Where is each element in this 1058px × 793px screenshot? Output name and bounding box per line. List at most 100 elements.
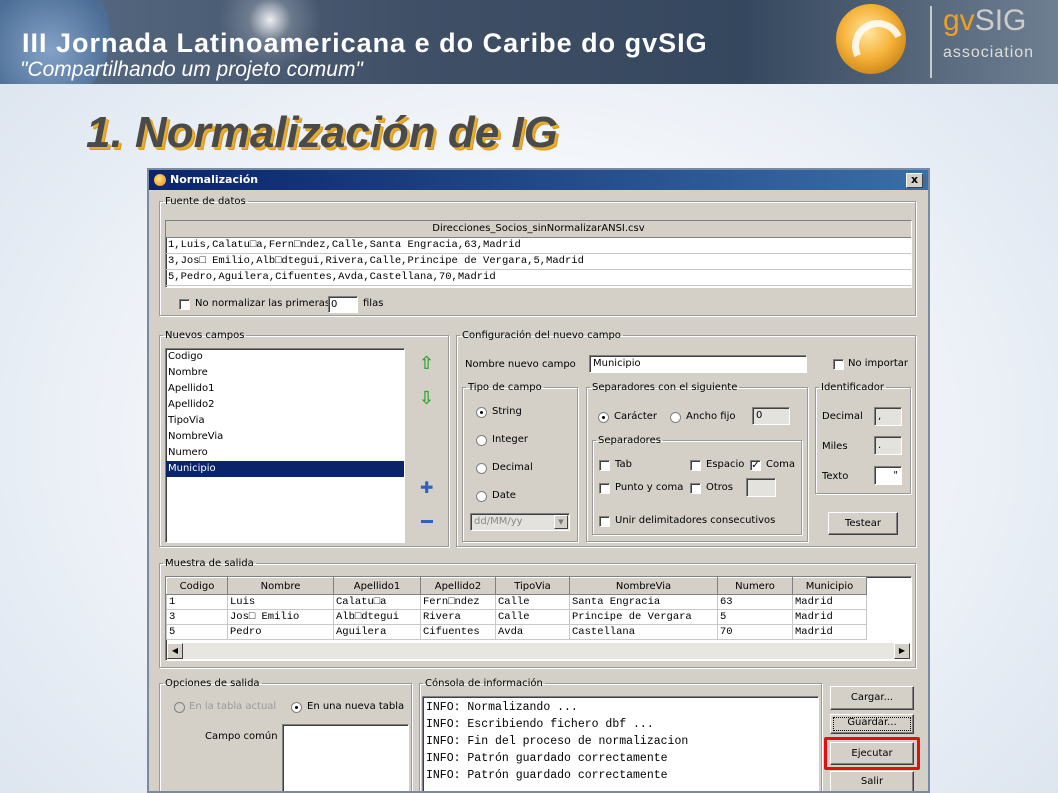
thousands-sep-input[interactable]: . bbox=[874, 436, 902, 455]
scroll-right-icon[interactable]: ▶ bbox=[894, 643, 910, 659]
current-table-label: En la tabla actual bbox=[189, 701, 277, 712]
config-legend: Configuración del nuevo campo bbox=[462, 330, 621, 341]
column-header[interactable]: Municipio bbox=[792, 577, 867, 595]
column-header[interactable]: Numero bbox=[717, 577, 793, 595]
table-row[interactable]: 1 Luis Calatu□a Fern□ndez Calle Santa En… bbox=[166, 594, 867, 610]
console-line: INFO: Patrón guardado correctamente bbox=[426, 752, 668, 765]
type-integer-radio[interactable] bbox=[476, 435, 487, 446]
source-legend: Fuente de datos bbox=[165, 196, 246, 207]
add-field-icon[interactable]: ✚ bbox=[420, 479, 433, 497]
move-up-icon[interactable]: ⇧ bbox=[419, 355, 434, 373]
field-name-label: Nombre nuevo campo bbox=[465, 359, 576, 370]
field-item[interactable]: Nombre bbox=[166, 365, 404, 381]
comma-checkbox[interactable]: ✓ bbox=[750, 460, 761, 471]
text-qualifier-input[interactable]: " bbox=[874, 466, 902, 485]
semicolon-label: Punto y coma bbox=[615, 482, 684, 493]
field-item[interactable]: Apellido2 bbox=[166, 397, 404, 413]
tab-label: Tab bbox=[615, 459, 632, 470]
table-cell: Fern□ndez bbox=[420, 594, 496, 610]
decimal-sep-label: Decimal bbox=[822, 411, 863, 422]
app-icon bbox=[154, 174, 166, 186]
gvsig-association-logo: gvSIG association bbox=[830, 0, 1058, 84]
banner-title: III Jornada Latinoamericana e do Caribe … bbox=[22, 28, 708, 58]
other-separator-input[interactable] bbox=[746, 478, 776, 497]
horizontal-scrollbar[interactable]: ◀ ▶ bbox=[167, 643, 910, 659]
field-item[interactable]: Codigo bbox=[166, 349, 404, 365]
current-table-radio[interactable] bbox=[174, 702, 185, 713]
column-header[interactable]: Apellido2 bbox=[420, 577, 496, 595]
column-header[interactable]: Nombre bbox=[227, 577, 334, 595]
field-item[interactable]: Numero bbox=[166, 445, 404, 461]
table-cell: Castellana bbox=[569, 624, 718, 640]
table-cell: 5 bbox=[166, 624, 228, 640]
move-down-icon[interactable]: ⇩ bbox=[419, 390, 434, 408]
no-import-checkbox[interactable] bbox=[833, 359, 844, 370]
space-checkbox[interactable] bbox=[690, 460, 701, 471]
column-header[interactable]: Apellido1 bbox=[333, 577, 421, 595]
remove-field-icon[interactable] bbox=[421, 520, 433, 523]
type-decimal-radio[interactable] bbox=[476, 463, 487, 474]
console-output[interactable]: INFO: Normalizando ... INFO: Escribiendo… bbox=[422, 696, 819, 791]
scroll-left-icon[interactable]: ◀ bbox=[167, 643, 183, 659]
column-header[interactable]: Codigo bbox=[166, 577, 228, 595]
type-decimal-label: Decimal bbox=[492, 462, 533, 473]
table-cell: Principe de Vergara bbox=[569, 609, 718, 625]
date-format-value: dd/MM/yy bbox=[474, 516, 523, 527]
common-field-label: Campo común bbox=[205, 731, 278, 742]
table-cell: Madrid bbox=[792, 609, 867, 625]
fields-legend: Nuevos campos bbox=[165, 330, 245, 341]
table-cell: Alb□dtegui bbox=[333, 609, 421, 625]
field-item[interactable]: Apellido1 bbox=[166, 381, 404, 397]
new-table-radio[interactable] bbox=[291, 702, 302, 713]
skip-rows-suffix: filas bbox=[363, 298, 384, 309]
load-button[interactable]: Cargar... bbox=[830, 686, 914, 710]
source-line: 3,Jos□ Emilio,Alb□dtegui,Rivera,Calle,Pr… bbox=[166, 254, 911, 270]
test-button[interactable]: Testear bbox=[828, 512, 898, 535]
table-row[interactable]: 5 Pedro Aguilera Cifuentes Avda Castella… bbox=[166, 624, 867, 640]
logo-wordmark: gvSIG bbox=[943, 4, 1026, 38]
space-label: Espacio bbox=[706, 459, 745, 470]
decimal-sep-input[interactable]: , bbox=[874, 407, 902, 426]
fixed-width-input[interactable]: 0 bbox=[752, 407, 790, 425]
fixed-width-radio[interactable] bbox=[670, 412, 681, 423]
table-header-row: Codigo Nombre Apellido1 Apellido2 TipoVi… bbox=[166, 577, 867, 595]
table-cell: 3 bbox=[166, 609, 228, 625]
separator-char-radio[interactable] bbox=[598, 412, 609, 423]
skip-rows-checkbox[interactable] bbox=[179, 299, 190, 310]
console-line: INFO: Normalizando ... bbox=[426, 701, 578, 714]
fields-list[interactable]: Codigo Nombre Apellido1 Apellido2 TipoVi… bbox=[165, 348, 405, 543]
other-checkbox[interactable] bbox=[690, 483, 701, 494]
merge-delimiters-checkbox[interactable] bbox=[599, 516, 610, 527]
field-item-selected[interactable]: Municipio bbox=[166, 461, 404, 477]
output-sample-table-area[interactable]: Codigo Nombre Apellido1 Apellido2 TipoVi… bbox=[165, 576, 912, 661]
console-line: INFO: Escribiendo fichero dbf ... bbox=[426, 718, 654, 731]
table-cell: Pedro bbox=[227, 624, 334, 640]
execute-button[interactable]: Ejecutar bbox=[830, 742, 914, 765]
close-button[interactable]: x bbox=[906, 173, 923, 188]
table-cell: Aguilera bbox=[333, 624, 421, 640]
dialog-title-bar[interactable]: Normalización x bbox=[149, 170, 928, 190]
column-header[interactable]: TipoVia bbox=[495, 577, 570, 595]
common-field-list[interactable] bbox=[282, 724, 409, 791]
chevron-down-icon[interactable]: ▼ bbox=[554, 515, 568, 529]
console-legend: Cónsola de información bbox=[425, 678, 543, 689]
exit-button[interactable]: Salir bbox=[830, 771, 914, 791]
field-name-input[interactable]: Municipio bbox=[589, 355, 807, 373]
skip-rows-input[interactable]: 0 bbox=[328, 296, 358, 313]
separators-legend: Separadores bbox=[598, 435, 661, 446]
text-qualifier-label: Texto bbox=[822, 471, 849, 482]
save-button[interactable]: Guardar... bbox=[830, 714, 914, 734]
type-string-radio[interactable] bbox=[476, 407, 487, 418]
field-item[interactable]: NombreVia bbox=[166, 429, 404, 445]
semicolon-checkbox[interactable] bbox=[599, 483, 610, 494]
column-header[interactable]: NombreVia bbox=[569, 577, 718, 595]
tab-checkbox[interactable] bbox=[599, 460, 610, 471]
field-item[interactable]: TipoVia bbox=[166, 413, 404, 429]
table-row[interactable]: 3 Jos□ Emilio Alb□dtegui Rivera Calle Pr… bbox=[166, 609, 867, 625]
type-date-radio[interactable] bbox=[476, 491, 487, 502]
source-file-header: Direcciones_Socios_sinNormalizarANSI.csv bbox=[166, 221, 911, 238]
date-format-select[interactable]: dd/MM/yy ▼ bbox=[470, 513, 570, 531]
table-cell: 1 bbox=[166, 594, 228, 610]
table-cell: 5 bbox=[717, 609, 793, 625]
source-preview[interactable]: Direcciones_Socios_sinNormalizarANSI.csv… bbox=[165, 220, 912, 288]
